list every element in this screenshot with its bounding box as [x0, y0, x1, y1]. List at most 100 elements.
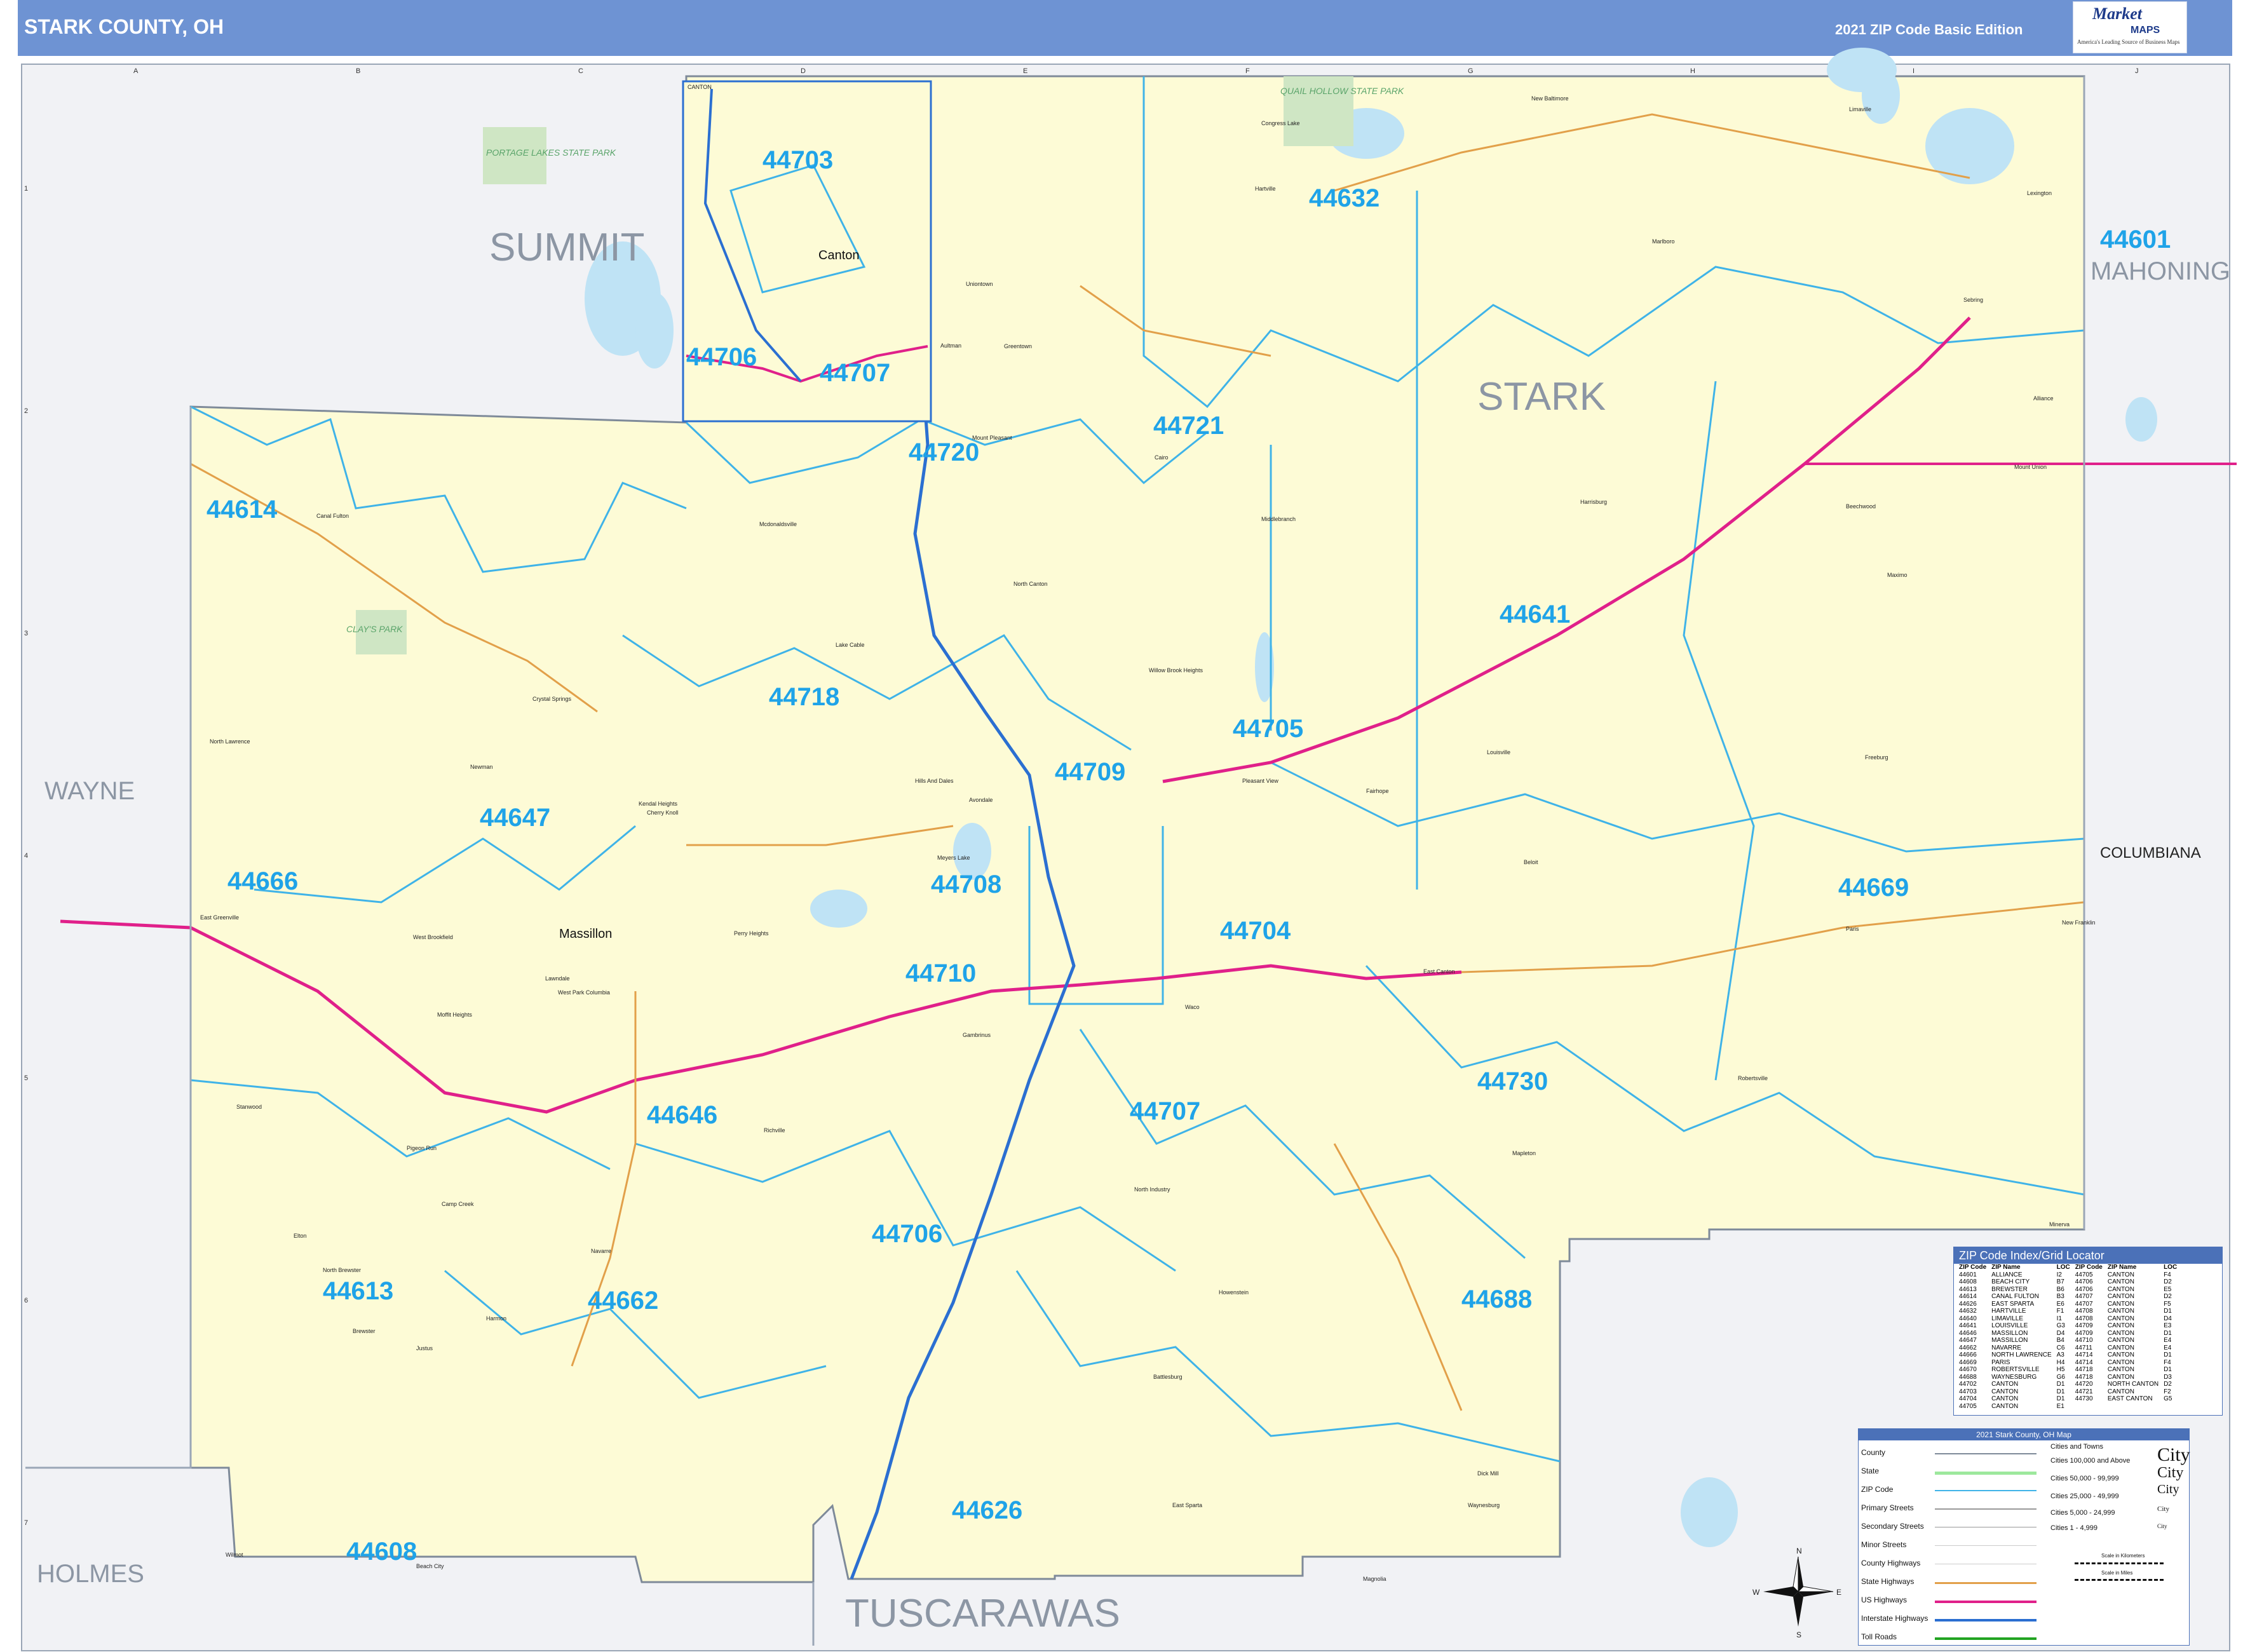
- zip-index-box: ZIP Code Index/Grid Locator ZIP Code ZIP …: [1953, 1247, 2223, 1416]
- zip-label: 44632: [1309, 184, 1379, 212]
- index-cell: CANTON: [2107, 1300, 2134, 1308]
- city-label: Navarre: [591, 1248, 611, 1254]
- index-cell: B4: [2056, 1337, 2064, 1344]
- scale-km-label: Scale in Kilometers: [2101, 1553, 2145, 1559]
- index-cell: 44707: [2075, 1300, 2093, 1308]
- index-cell: CANTON: [2107, 1285, 2134, 1293]
- index-cell: 44614: [1959, 1293, 1977, 1300]
- index-cell: 44646: [1959, 1329, 1977, 1337]
- zip-label: 44707: [1130, 1097, 1200, 1125]
- index-cell: 44704: [1959, 1395, 1977, 1402]
- index-cell: C6: [2056, 1344, 2065, 1351]
- index-cell: BREWSTER: [1991, 1285, 2028, 1293]
- city-label: West Park Columbia: [558, 989, 610, 996]
- index-cell: CANTON: [2107, 1388, 2134, 1395]
- inset-city-canton: Canton: [818, 248, 860, 262]
- city-label: West Brookfield: [413, 934, 453, 940]
- index-cell: PARIS: [1991, 1358, 2010, 1366]
- index-cell: [2105, 1403, 2161, 1411]
- index-cell: 44706: [2075, 1285, 2093, 1293]
- index-cell: E1: [2056, 1402, 2064, 1410]
- city-label: Battlesburg: [1153, 1374, 1183, 1380]
- city-label: Mapleton: [1512, 1150, 1536, 1156]
- svg-text:A: A: [133, 67, 139, 75]
- inset-title: CANTON: [688, 84, 712, 90]
- index-cell: 44709: [2075, 1322, 2093, 1329]
- svg-text:F: F: [1245, 67, 1250, 75]
- index-cell: WAYNESBURG: [1991, 1373, 2037, 1381]
- city-label: Alliance: [2033, 395, 2054, 402]
- map-canvas: CANTON Canton SUMMIT STARK MAHONING WAYN…: [24, 48, 2237, 1646]
- svg-text:1: 1: [24, 185, 28, 193]
- index-cell: [2073, 1403, 2105, 1411]
- county-columbiana: COLUMBIANA: [2100, 844, 2201, 862]
- index-cell: CANTON: [2107, 1322, 2134, 1329]
- index-cell: D2: [2164, 1381, 2172, 1388]
- county-summit: SUMMIT: [489, 226, 645, 269]
- index-cell: CANTON: [2107, 1293, 2134, 1300]
- index-cell: LOUISVILLE: [1991, 1322, 2028, 1329]
- city-label: New Franklin: [2062, 919, 2096, 926]
- index-cell: D4: [2056, 1329, 2065, 1337]
- index-header-row: ZIP Code ZIP Name LOC ZIP Code ZIP Name LOC: [1959, 1264, 2178, 1271]
- legend-city-symbol: City: [2157, 1465, 2184, 1481]
- zip-label: 44662: [588, 1287, 658, 1315]
- svg-text:S: S: [1796, 1630, 1801, 1639]
- city-label: Harmon: [486, 1315, 506, 1322]
- index-cell: F4: [2164, 1358, 2171, 1366]
- index-cell: 44705: [1959, 1402, 1977, 1410]
- county-holmes: HOLMES: [37, 1560, 144, 1588]
- index-cell: 44714: [2075, 1351, 2093, 1358]
- zip-label: 44703: [762, 146, 833, 174]
- city-label: Beloit: [1524, 859, 1538, 865]
- zip-label: 44709: [1055, 758, 1125, 786]
- legend-item: Minor Streets: [1861, 1540, 1907, 1549]
- city-label: Waynesburg: [1468, 1502, 1500, 1508]
- city-label: Hartville: [1255, 186, 1276, 192]
- index-cell: 44706: [2075, 1278, 2093, 1285]
- index-cell: NAVARRE: [1991, 1344, 2022, 1351]
- svg-text:E: E: [1023, 67, 1027, 75]
- index-cell: H4: [2056, 1358, 2065, 1366]
- index-cell: D2: [2164, 1293, 2172, 1300]
- legend-city-symbol: City: [2157, 1523, 2167, 1529]
- park-label: QUAIL HOLLOW STATE PARK: [1280, 86, 1404, 96]
- index-cell: I2: [2056, 1271, 2062, 1278]
- svg-text:I: I: [1913, 67, 1915, 75]
- index-cell: D1: [2164, 1351, 2172, 1358]
- index-cell: E5: [2164, 1285, 2172, 1293]
- index-cell: E4: [2164, 1337, 2172, 1344]
- svg-text:H: H: [1690, 67, 1695, 75]
- index-cell: 44647: [1959, 1337, 1977, 1344]
- scale-mi-label: Scale in Miles: [2101, 1570, 2133, 1576]
- zip-label: 44707: [820, 359, 890, 387]
- index-cell: LIMAVILLE: [1991, 1315, 2023, 1322]
- index-cell: 44640: [1959, 1315, 1977, 1322]
- city-label: Newman: [470, 764, 493, 770]
- index-cell: ALLIANCE: [1991, 1271, 2023, 1278]
- index-row: 44646 MASSILLON D4 44709 CANTON D1: [1956, 1330, 2179, 1337]
- city-label: Middlebranch: [1261, 516, 1296, 522]
- index-cell: 44626: [1959, 1300, 1977, 1308]
- zip-label: 44613: [323, 1277, 393, 1305]
- legend-item: Toll Roads: [1861, 1632, 1897, 1641]
- city-label: Mount Union: [2014, 464, 2047, 470]
- park-label: CLAY'S PARK: [346, 624, 403, 634]
- city-label: Elton: [294, 1233, 307, 1239]
- index-row: 44669 PARIS H4 44714 CANTON F4: [1956, 1359, 2179, 1367]
- zip-label: 44721: [1153, 412, 1224, 440]
- svg-text:C: C: [578, 67, 583, 75]
- city-label: Beechwood: [1846, 503, 1876, 510]
- index-cell: F1: [2056, 1308, 2064, 1315]
- index-cell: 44702: [1959, 1381, 1977, 1388]
- city-label: Beach City: [416, 1563, 444, 1569]
- city-label: New Baltimore: [1531, 95, 1569, 102]
- index-row: 44662 NAVARRE C6 44711 CANTON E4: [1956, 1344, 2179, 1352]
- city-label: Lexington: [2027, 190, 2052, 196]
- zip-label: 44601: [2100, 226, 2171, 254]
- index-cell: G3: [2056, 1322, 2065, 1329]
- index-cell: 44688: [1959, 1373, 1977, 1381]
- index-cell: CANTON: [2107, 1351, 2134, 1358]
- index-cell: B3: [2056, 1293, 2064, 1300]
- city-label: Mcdonaldsville: [759, 521, 797, 527]
